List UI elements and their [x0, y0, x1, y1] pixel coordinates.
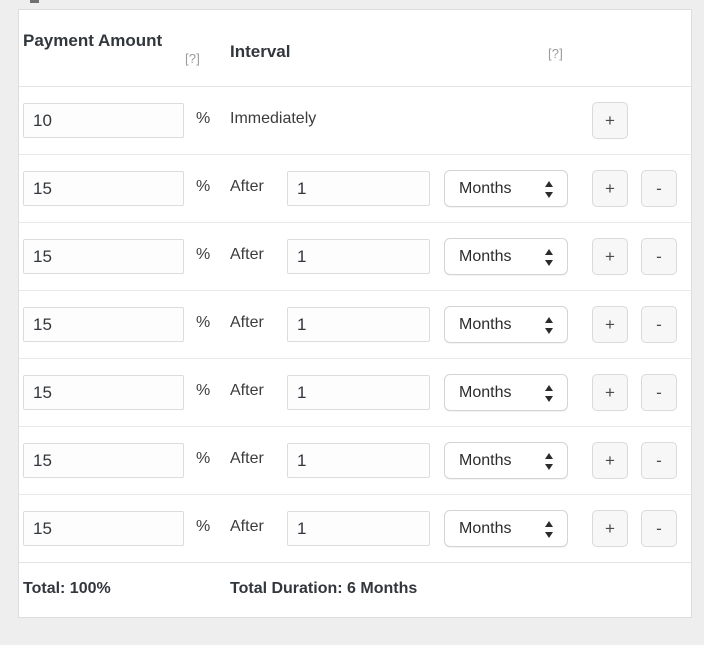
- add-row-button[interactable]: +: [592, 306, 628, 343]
- clipped-text-above-table: [30, 0, 39, 3]
- table-row: % After Months +-: [19, 291, 691, 359]
- table-row: % After Months +-: [19, 427, 691, 495]
- interval-duration-input[interactable]: [287, 307, 430, 342]
- payment-amount-help-icon[interactable]: [?]: [185, 51, 200, 66]
- interval-unit-select-value: Months: [459, 180, 511, 198]
- interval-unit-select[interactable]: Months: [444, 170, 568, 207]
- chevron-up-down-icon: [545, 452, 554, 471]
- interval-unit-select-value: Months: [459, 520, 511, 538]
- payment-schedule-table: Payment Amount [?] Interval [?] % Immedia…: [18, 9, 692, 618]
- payment-amount-input[interactable]: [23, 443, 184, 478]
- table-header-row: Payment Amount [?] Interval [?]: [19, 10, 691, 87]
- interval-unit-select[interactable]: Months: [444, 510, 568, 547]
- percent-sign-label: %: [196, 314, 210, 332]
- table-row: % After Months +-: [19, 155, 691, 223]
- percent-sign-label: %: [196, 110, 210, 128]
- column-header-interval: Interval: [230, 42, 290, 62]
- interval-unit-select[interactable]: Months: [444, 306, 568, 343]
- interval-unit-select-value: Months: [459, 384, 511, 402]
- table-footer-row: Total: 100% Total Duration: 6 Months: [19, 563, 691, 617]
- table-row: % Immediately +: [19, 87, 691, 155]
- interval-after-label: After: [230, 246, 264, 264]
- remove-row-button[interactable]: -: [641, 442, 677, 479]
- interval-after-label: After: [230, 450, 264, 468]
- percent-sign-label: %: [196, 518, 210, 536]
- chevron-up-down-icon: [545, 180, 554, 199]
- remove-row-button[interactable]: -: [641, 510, 677, 547]
- add-row-button[interactable]: +: [592, 510, 628, 547]
- percent-sign-label: %: [196, 450, 210, 468]
- page-root: Payment Amount [?] Interval [?] % Immedia…: [0, 0, 704, 645]
- percent-sign-label: %: [196, 382, 210, 400]
- interval-unit-select-value: Months: [459, 248, 511, 266]
- payment-amount-input[interactable]: [23, 171, 184, 206]
- remove-row-button[interactable]: -: [641, 238, 677, 275]
- payment-amount-input[interactable]: [23, 511, 184, 546]
- add-row-button[interactable]: +: [592, 374, 628, 411]
- interval-duration-input[interactable]: [287, 239, 430, 274]
- interval-unit-select[interactable]: Months: [444, 442, 568, 479]
- interval-after-label: After: [230, 314, 264, 332]
- interval-duration-input[interactable]: [287, 171, 430, 206]
- interval-after-label: After: [230, 382, 264, 400]
- payment-amount-input[interactable]: [23, 103, 184, 138]
- percent-sign-label: %: [196, 246, 210, 264]
- percent-sign-label: %: [196, 178, 210, 196]
- interval-duration-input[interactable]: [287, 511, 430, 546]
- interval-unit-select[interactable]: Months: [444, 374, 568, 411]
- interval-help-icon[interactable]: [?]: [548, 46, 563, 61]
- interval-duration-input[interactable]: [287, 375, 430, 410]
- remove-row-button[interactable]: -: [641, 170, 677, 207]
- add-row-button[interactable]: +: [592, 442, 628, 479]
- table-row: % After Months +-: [19, 359, 691, 427]
- column-header-payment-amount: Payment Amount: [23, 30, 203, 51]
- payment-amount-input[interactable]: [23, 375, 184, 410]
- table-row: % After Months +-: [19, 495, 691, 563]
- chevron-up-down-icon: [545, 248, 554, 267]
- add-row-button[interactable]: +: [592, 170, 628, 207]
- total-percentage-label: Total: 100%: [23, 580, 111, 598]
- payment-amount-input[interactable]: [23, 239, 184, 274]
- interval-unit-select-value: Months: [459, 316, 511, 334]
- payment-amount-input[interactable]: [23, 307, 184, 342]
- chevron-up-down-icon: [545, 520, 554, 539]
- total-duration-label: Total Duration: 6 Months: [230, 580, 417, 598]
- interval-immediately-label: Immediately: [230, 110, 316, 128]
- chevron-up-down-icon: [545, 384, 554, 403]
- table-row: % After Months +-: [19, 223, 691, 291]
- table-body: %Immediately+%AfterMonths+-%AfterMonths+…: [19, 87, 691, 563]
- interval-after-label: After: [230, 518, 264, 536]
- add-row-button[interactable]: +: [592, 102, 628, 139]
- column-header-payment-amount-label: Payment Amount: [23, 31, 162, 50]
- remove-row-button[interactable]: -: [641, 306, 677, 343]
- interval-unit-select[interactable]: Months: [444, 238, 568, 275]
- add-row-button[interactable]: +: [592, 238, 628, 275]
- interval-unit-select-value: Months: [459, 452, 511, 470]
- interval-after-label: After: [230, 178, 264, 196]
- remove-row-button[interactable]: -: [641, 374, 677, 411]
- interval-duration-input[interactable]: [287, 443, 430, 478]
- chevron-up-down-icon: [545, 316, 554, 335]
